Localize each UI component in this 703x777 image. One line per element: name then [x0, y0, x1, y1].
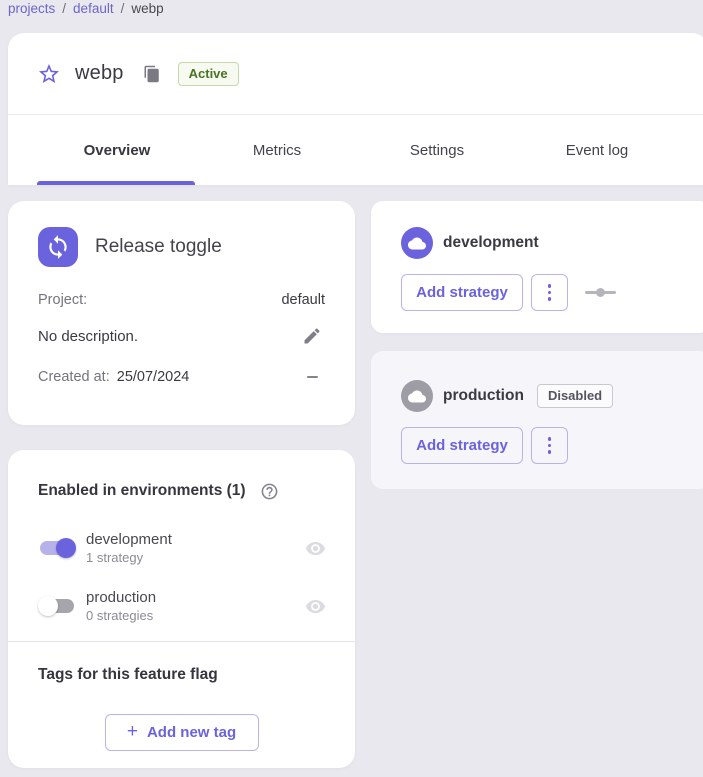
tags-section: Tags for this feature flag + Add new tag [8, 641, 355, 775]
breadcrumb: projects / default / webp [8, 1, 164, 16]
production-environment-panel: production Disabled Add strategy [371, 351, 703, 489]
breadcrumb-project-default[interactable]: default [73, 1, 114, 16]
status-badge: Active [178, 62, 239, 86]
loop-arrows-icon [45, 234, 71, 260]
production-environment-icon [401, 380, 433, 412]
breadcrumb-current-flag: webp [131, 1, 163, 16]
tab-label: Event log [566, 142, 629, 159]
help-button[interactable] [257, 478, 283, 504]
favorite-button[interactable] [36, 61, 62, 87]
production-more-options-button[interactable] [531, 427, 568, 464]
development-panel-actions: Add strategy [401, 274, 681, 311]
breadcrumb-separator: / [62, 1, 66, 16]
environments-card: Enabled in environments (1) development … [8, 450, 355, 768]
description-text: No description. [38, 328, 138, 345]
development-environment-icon [401, 227, 433, 259]
eye-icon [305, 538, 326, 559]
project-value: default [281, 292, 325, 308]
toggle-thumb [56, 538, 76, 558]
collapse-details-button[interactable] [299, 364, 325, 390]
copy-icon [143, 65, 161, 83]
environment-strategy-count: 0 strategies [86, 608, 156, 623]
breadcrumb-projects[interactable]: projects [8, 1, 55, 16]
created-at-value: 25/07/2024 [117, 369, 190, 385]
project-label: Project: [38, 292, 87, 308]
disabled-badge: Disabled [537, 384, 613, 408]
project-row: Project: default [38, 292, 325, 308]
environment-strategy-count: 1 strategy [86, 550, 172, 565]
copy-name-button[interactable] [141, 63, 163, 85]
eye-icon [305, 596, 326, 617]
flag-title-row: webp Active [8, 33, 703, 114]
tab-label: Settings [410, 142, 464, 159]
created-at-row: Created at: 25/07/2024 [38, 364, 325, 390]
star-outline-icon [37, 62, 61, 86]
kebab-icon [548, 437, 552, 441]
development-panel-header: development [401, 227, 681, 259]
development-environment-panel: development Add strategy [371, 201, 703, 333]
tab-event-log[interactable]: Event log [517, 115, 677, 185]
cloud-icon [408, 389, 426, 404]
strategy-connector [585, 288, 616, 298]
cloud-icon [408, 236, 426, 251]
tab-metrics[interactable]: Metrics [197, 115, 357, 185]
page-title: webp [75, 62, 124, 85]
created-at-label: Created at: [38, 369, 110, 385]
tab-settings[interactable]: Settings [357, 115, 517, 185]
view-development-button[interactable] [302, 535, 328, 561]
breadcrumb-separator: / [121, 1, 125, 16]
development-panel-title: development [443, 234, 539, 252]
production-panel-header: production Disabled [401, 380, 681, 412]
flag-type-label: Release toggle [95, 236, 222, 258]
add-strategy-label: Add strategy [416, 284, 508, 301]
active-tab-indicator [37, 181, 195, 185]
tab-label: Overview [84, 142, 151, 159]
pencil-icon [302, 326, 322, 346]
flag-details-card: Release toggle Project: default No descr… [8, 201, 355, 425]
feature-flag-page: projects / default / webp webp Active Ov… [0, 0, 703, 777]
edit-description-button[interactable] [299, 323, 325, 349]
kebab-icon [548, 284, 552, 288]
environment-name: development [86, 531, 172, 548]
flag-type-row: Release toggle [38, 227, 325, 267]
plus-icon: + [127, 722, 138, 741]
add-strategy-button-production[interactable]: Add strategy [401, 427, 523, 464]
development-toggle[interactable] [38, 537, 76, 559]
tab-bar: Overview Metrics Settings Event log [37, 115, 703, 185]
production-toggle[interactable] [38, 595, 76, 617]
environment-row-production: production 0 strategies [38, 589, 328, 623]
add-strategy-label: Add strategy [416, 437, 508, 454]
environment-name: production [86, 589, 156, 606]
toggle-thumb [38, 596, 58, 616]
add-new-tag-button[interactable]: + Add new tag [105, 714, 259, 751]
minus-icon [307, 376, 318, 379]
release-toggle-icon [38, 227, 78, 267]
production-panel-actions: Add strategy [401, 427, 681, 464]
tab-overview[interactable]: Overview [37, 115, 197, 185]
environment-row-development: development 1 strategy [38, 531, 328, 565]
enabled-environments-section: Enabled in environments (1) development … [8, 450, 355, 641]
tab-label: Metrics [253, 142, 301, 159]
flag-header-card: webp Active Overview Metrics Settings Ev… [8, 33, 703, 185]
add-new-tag-label: Add new tag [147, 724, 236, 741]
question-circle-icon [260, 482, 279, 501]
development-more-options-button[interactable] [531, 274, 568, 311]
view-production-button[interactable] [302, 593, 328, 619]
enabled-environments-title: Enabled in environments (1) [38, 482, 246, 500]
description-row: No description. [38, 323, 325, 349]
tags-title: Tags for this feature flag [38, 666, 325, 684]
add-strategy-button-development[interactable]: Add strategy [401, 274, 523, 311]
production-panel-title: production [443, 387, 524, 405]
